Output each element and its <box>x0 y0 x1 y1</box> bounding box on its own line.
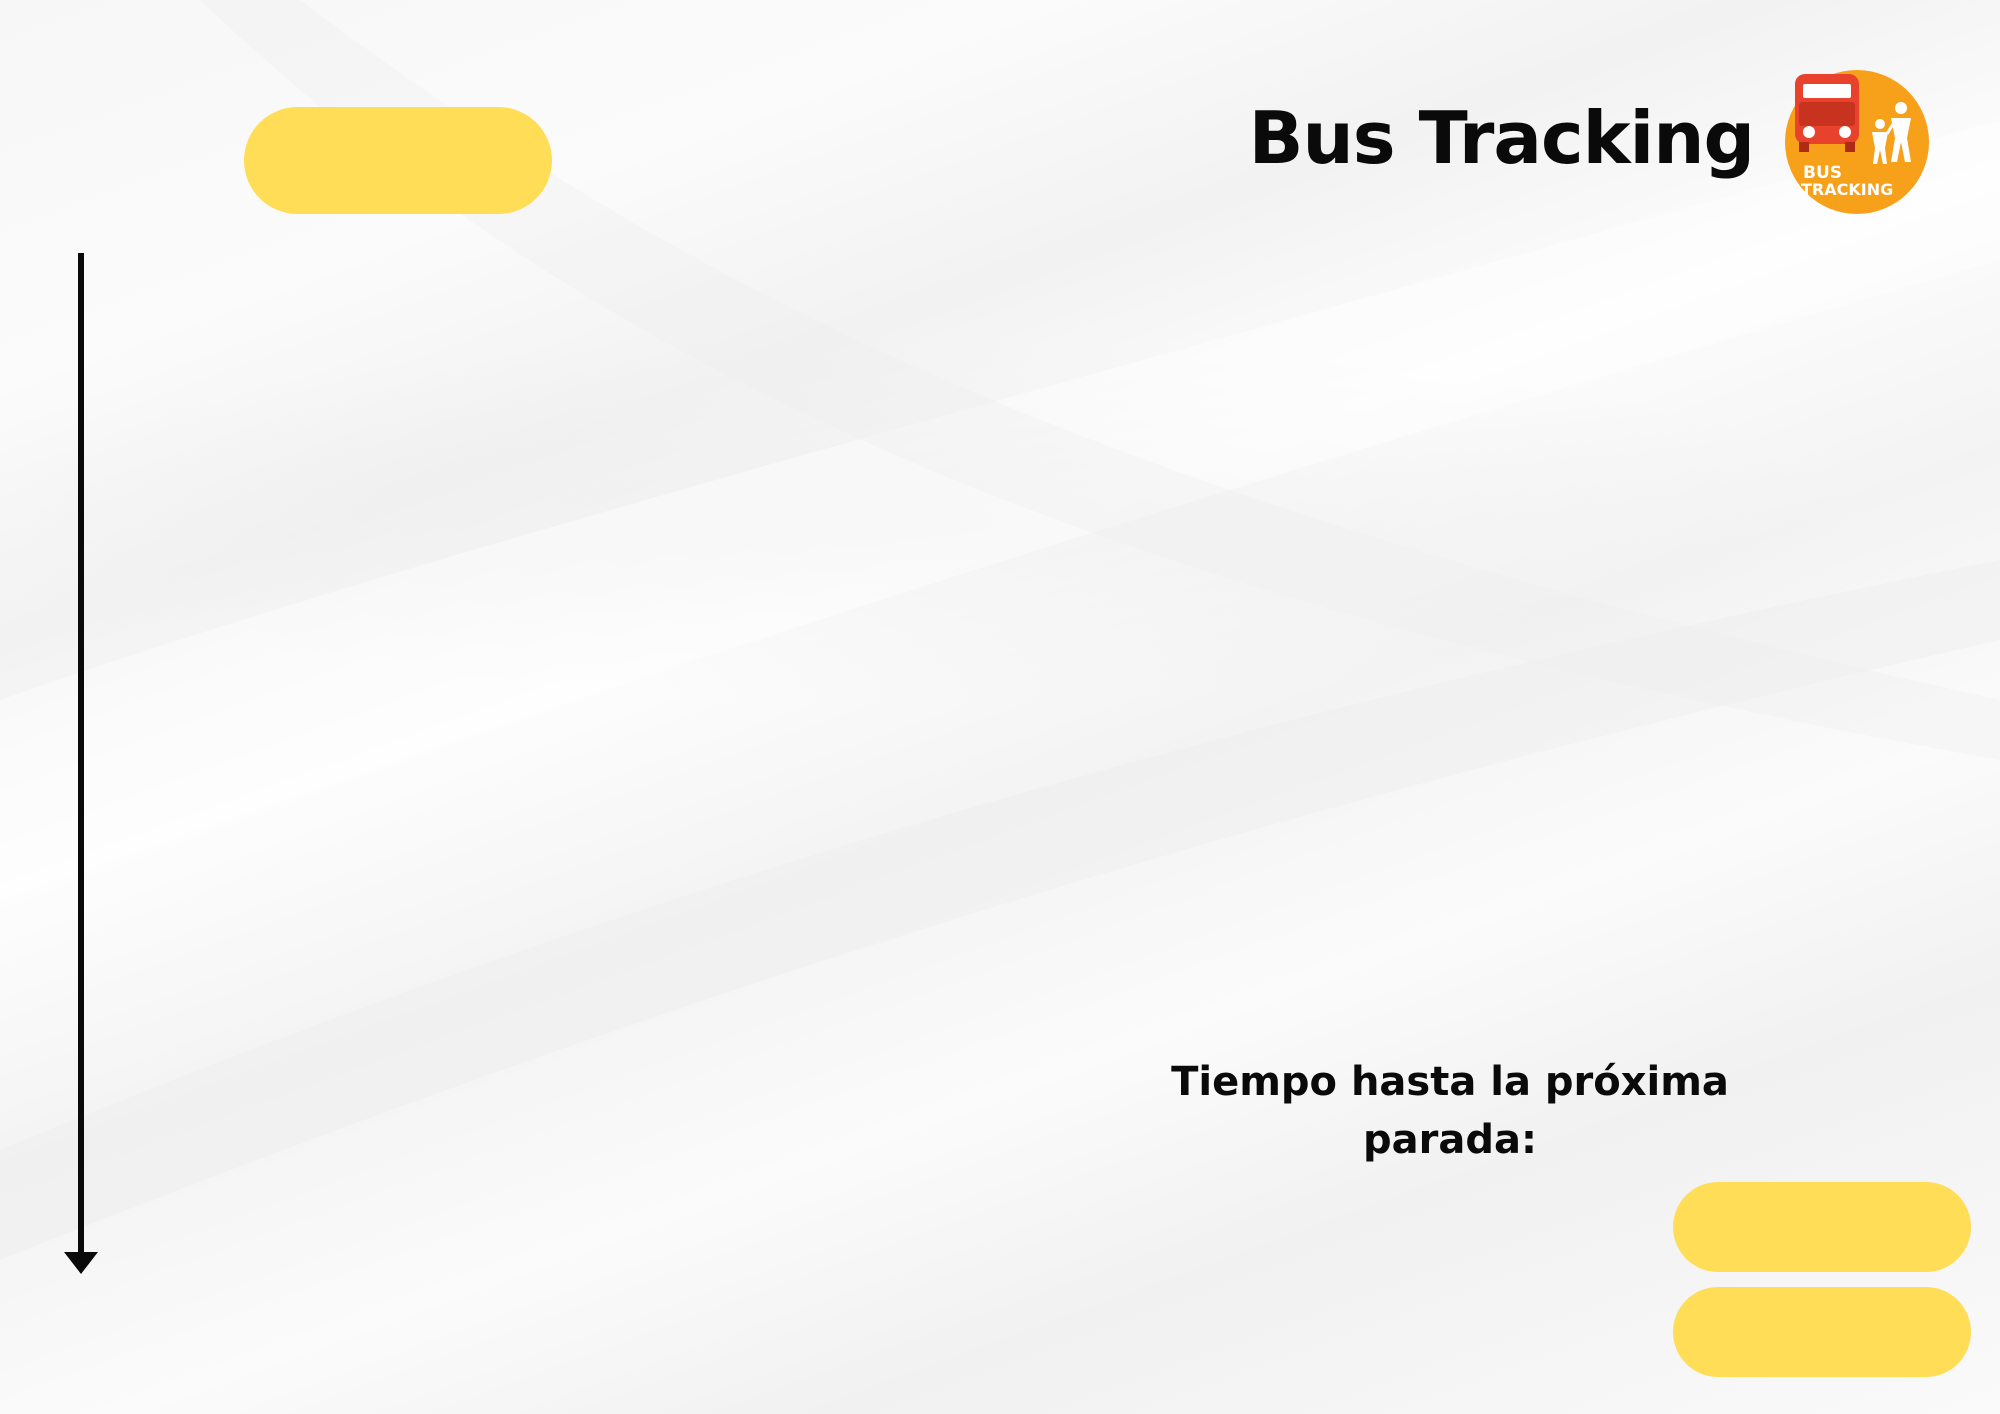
down-arrow-icon <box>64 1252 98 1274</box>
next-stop-time-pill[interactable] <box>1673 1182 1971 1272</box>
next-stop-time-label: Tiempo hasta la próxima parada: <box>1171 1059 1729 1163</box>
app-title: Bus Tracking <box>1248 96 1755 180</box>
bus-tracking-logo-icon: BUS TRACKING <box>1785 70 1929 214</box>
next-stop-name-pill[interactable] <box>1673 1287 1971 1377</box>
route-timeline-line <box>78 253 84 1258</box>
route-label-pill[interactable] <box>244 107 552 214</box>
logo-text-line2: TRACKING <box>1801 180 1893 199</box>
